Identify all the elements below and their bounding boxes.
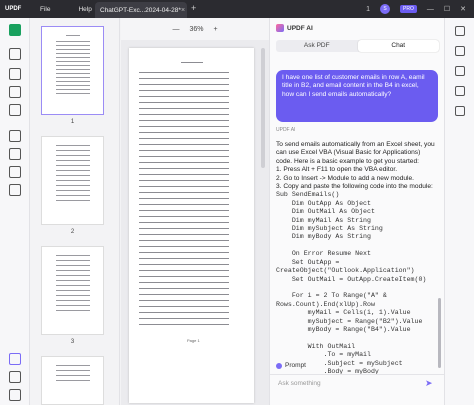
more-icon[interactable]	[455, 106, 465, 116]
window-controls: 1 S PRO — ☐ ✕	[366, 0, 474, 18]
minimize-button[interactable]: —	[427, 6, 434, 13]
page-thumbnail-1[interactable]	[41, 26, 104, 115]
ocr-icon[interactable]	[9, 148, 21, 160]
avatar[interactable]: S	[380, 4, 390, 14]
ai-assistant-panel: UPDF AI Ask PDF Chat I have one list of …	[269, 18, 445, 405]
page-number-3: 3	[70, 339, 75, 345]
pdf-page[interactable]: Page 1	[129, 48, 254, 403]
search-icon[interactable]	[455, 26, 465, 36]
convert-icon[interactable]	[9, 104, 21, 116]
document-tab[interactable]: ChatGPT-Exc...2024-04-28* ×	[95, 2, 187, 18]
page-number-1: 1	[70, 119, 75, 125]
ai-response-intro: To send emails automatically from an Exc…	[276, 141, 435, 165]
page-thumbnail-3[interactable]	[41, 246, 104, 335]
ai-response-label: UPDF AI	[276, 127, 296, 133]
close-window-button[interactable]: ✕	[460, 5, 466, 13]
attachment-icon[interactable]	[9, 389, 21, 401]
plan-badge[interactable]: PRO	[400, 5, 417, 13]
viewer-scrollbar[interactable]	[261, 48, 265, 168]
zoom-bar: — 36% +	[121, 18, 269, 40]
ai-panel-header: UPDF AI	[276, 24, 313, 32]
page-thumbnail-2[interactable]	[41, 136, 104, 225]
print-icon[interactable]	[455, 86, 465, 96]
ai-step-2: 2. Go to Insert -> Module to add a new m…	[276, 174, 414, 182]
organize-pages-icon[interactable]	[9, 86, 21, 98]
zoom-level[interactable]: 36%	[189, 26, 203, 33]
ai-panel-scrollbar[interactable]	[438, 298, 441, 368]
left-toolbar	[0, 18, 30, 405]
document-tab-title: ChatGPT-Exc...2024-04-28*	[100, 6, 181, 14]
edit-pdf-icon[interactable]	[9, 68, 21, 80]
right-toolbar	[444, 18, 474, 405]
page-footer: Page 1	[187, 338, 200, 343]
forms-icon[interactable]	[9, 166, 21, 178]
prompt-selector[interactable]: Prompt	[276, 362, 306, 369]
protect-icon[interactable]	[9, 130, 21, 142]
menu-file[interactable]: File	[26, 6, 64, 13]
page-thumbnail-4[interactable]	[41, 356, 104, 405]
maximize-button[interactable]: ☐	[444, 5, 450, 13]
vba-code-block: Sub SendEmails() Dim OutApp As Object Di…	[276, 191, 427, 374]
ai-step-1: 1. Press Alt + F11 to open the VBA edito…	[276, 166, 398, 174]
reader-icon[interactable]	[9, 24, 21, 36]
zoom-in-button[interactable]: +	[213, 26, 217, 33]
tab-ask-pdf[interactable]: Ask PDF	[276, 40, 358, 52]
app-logo: UPDF	[5, 6, 22, 12]
prompt-label: Prompt	[285, 362, 306, 369]
sign-icon[interactable]	[9, 184, 21, 196]
ai-mode-tabs: Ask PDF Chat	[276, 40, 439, 52]
new-tab-button[interactable]: +	[191, 3, 196, 13]
thumbnail-panel: 1 2 3	[30, 18, 120, 405]
ask-input[interactable]: Ask something	[278, 380, 321, 387]
zoom-out-button[interactable]: —	[172, 26, 179, 33]
prompt-icon	[276, 362, 282, 369]
send-icon[interactable]: ➤	[425, 378, 435, 388]
comment-icon[interactable]	[9, 48, 21, 60]
close-tab-icon[interactable]: ×	[181, 7, 185, 14]
ai-icon[interactable]	[9, 353, 21, 365]
tab-chat[interactable]: Chat	[357, 40, 439, 52]
updf-ai-icon	[276, 24, 284, 32]
tab-count[interactable]: 1	[366, 6, 370, 13]
ai-response: To send emails automatically from an Exc…	[276, 141, 436, 374]
page-number-2: 2	[70, 229, 75, 235]
ai-panel-title: UPDF AI	[287, 24, 313, 32]
document-viewer[interactable]: — 36% + Page 1	[121, 18, 269, 405]
user-message-bubble: I have one list of customer emails in ro…	[276, 70, 438, 122]
save-icon[interactable]	[455, 66, 465, 76]
bookmark-icon[interactable]	[9, 371, 21, 383]
share-icon[interactable]	[455, 46, 465, 56]
input-divider	[270, 374, 445, 375]
ai-step-3: 3. Copy and paste the following code int…	[276, 183, 433, 191]
